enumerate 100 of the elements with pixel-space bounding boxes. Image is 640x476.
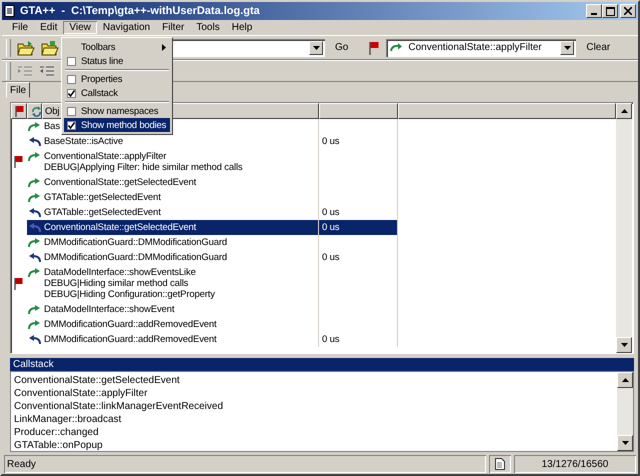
status-text: Ready [4, 455, 486, 473]
maximize-icon [606, 6, 614, 16]
event-text: DataModelInterface::showEvent [44, 304, 174, 315]
table-row[interactable]: DMModificationGuard::addRemovedEvent [11, 317, 616, 332]
call-frame[interactable]: Producer::changed [14, 426, 614, 439]
maximize-button[interactable] [602, 4, 618, 18]
event-text: DEBUG|Applying Filter: hide similar method calls [44, 162, 243, 173]
event-text: DMModificationGuard::addRemovedEvent [44, 334, 217, 345]
return-arrow-icon [28, 208, 41, 218]
checkbox[interactable] [67, 88, 76, 98]
curved-arrow-icon [28, 268, 41, 278]
open-folder-icon[interactable] [41, 40, 59, 56]
panel-title: Callstack [10, 358, 634, 371]
call-frame[interactable]: ConventionalState::linkManagerEventReceived [14, 400, 614, 413]
duration-text: 0 us [322, 334, 340, 345]
tab[interactable]: File [6, 82, 30, 98]
scroll-down-icon[interactable] [622, 441, 628, 445]
duration-text: 0 us [322, 207, 340, 218]
event-text: DMModificationGuard::addRemovedEvent [44, 319, 217, 330]
curved-arrow-icon [28, 193, 41, 203]
document-icon [4, 5, 16, 17]
close-icon [624, 7, 632, 15]
submenu-arrow-icon [162, 44, 166, 50]
refresh-icon [31, 106, 41, 116]
checkbox[interactable] [67, 74, 76, 84]
return-arrow-icon [28, 223, 41, 233]
call-frame[interactable]: GTATable::onPopup [14, 439, 614, 452]
menu-item[interactable]: Properties [64, 72, 170, 86]
go-button[interactable]: Go [331, 40, 352, 55]
table-row[interactable]: DataModelInterface::showEventsLike DEBUG|Hiding similar method calls DEBUG|Hiding Configuration::getProperty [11, 265, 616, 302]
curved-arrow-icon [28, 305, 41, 315]
column-header[interactable] [319, 103, 398, 119]
curved-arrow-icon [28, 152, 41, 162]
scrollbar[interactable] [617, 372, 633, 451]
menu-item[interactable]: Filter [156, 21, 190, 34]
curved-arrow-icon [28, 178, 41, 188]
call-frame[interactable]: ConventionalState::getSelectedEvent [14, 374, 614, 387]
flag-icon[interactable] [368, 40, 380, 54]
call-frame[interactable]: ConventionalState::applyFilter [14, 387, 614, 400]
checkbox[interactable] [67, 120, 76, 130]
scrollbar[interactable] [616, 103, 632, 353]
event-text: BaseState::isActive [44, 136, 123, 147]
table-row[interactable]: DMModificationGuard::addRemovedEvent 0 us [11, 332, 616, 347]
table-row[interactable]: GTATable::getSelectedEvent [11, 190, 616, 205]
clear-button[interactable]: Clear [582, 40, 614, 55]
event-text: GTATable::getSelectedEvent [44, 192, 161, 203]
menu-item[interactable]: Status line [64, 54, 170, 68]
column-header[interactable] [11, 103, 27, 119]
window-title: GTA++ - C:\Temp\gta++-withUserData.log.gta [20, 5, 261, 17]
table-row[interactable]: DMModificationGuard::DMModificationGuard [11, 235, 616, 250]
event-counter: 13/1276/16560 [514, 455, 636, 473]
duration-text: 0 us [322, 252, 340, 263]
checkbox[interactable] [67, 106, 76, 116]
column-header[interactable] [27, 103, 42, 119]
scroll-up-icon[interactable] [620, 109, 628, 113]
table-row[interactable]: ConventionalState::getSelectedEvent 0 us [11, 220, 616, 235]
menu-item[interactable]: View [63, 21, 97, 34]
event-text: Bas [44, 121, 60, 132]
duration-text: 0 us [322, 136, 340, 147]
document-icon [495, 458, 505, 470]
close-button[interactable] [620, 4, 636, 18]
menu-item[interactable]: Edit [34, 21, 64, 34]
event-text: ConventionalState::getSelectedEvent [44, 222, 196, 233]
return-arrow-icon [28, 137, 41, 147]
open-folder-icon[interactable] [17, 40, 35, 56]
table-row[interactable]: ConventionalState::getSelectedEvent [11, 175, 616, 190]
column-header[interactable] [398, 103, 616, 119]
return-arrow-icon [28, 253, 41, 263]
table-row[interactable]: DMModificationGuard::DMModificationGuard 0 us [11, 250, 616, 265]
return-arrow-icon [28, 335, 41, 345]
menu-item[interactable]: Show method bodies [64, 118, 170, 132]
event-text: DEBUG|Hiding Configuration::getProperty [44, 289, 215, 300]
menu-item[interactable]: Show namespaces [64, 104, 170, 118]
menu-item[interactable]: Tools [190, 21, 226, 34]
scroll-down-icon[interactable] [620, 343, 628, 347]
menu-item[interactable]: Help [226, 21, 258, 34]
checkbox[interactable] [67, 56, 76, 66]
event-text: DataModelInterface::showEventsLike [44, 267, 196, 278]
curved-arrow-icon [28, 238, 41, 248]
table-row[interactable]: ConventionalState::applyFilter DEBUG|Applying Filter: hide similar method calls [11, 149, 616, 175]
minimize-button[interactable] [586, 4, 602, 18]
menu-item[interactable]: File [6, 21, 34, 34]
menu-item[interactable]: Toolbars [64, 40, 170, 54]
call-frame[interactable]: LinkManager::broadcast [14, 413, 614, 426]
menu-item[interactable]: Navigation [96, 21, 156, 34]
table-row[interactable]: DataModelInterface::showEvent [11, 302, 616, 317]
curved-arrow-icon [28, 320, 41, 330]
duration-text: 0 us [322, 222, 340, 233]
flag-icon [15, 106, 25, 116]
list-outdent-icon[interactable] [39, 64, 55, 78]
event-text: DMModificationGuard::DMModificationGuard [44, 237, 228, 248]
menu-item[interactable]: Callstack [64, 86, 170, 100]
event-text: ConventionalState::getSelectedEvent [44, 177, 196, 188]
scroll-up-icon[interactable] [622, 378, 628, 382]
event-text: DMModificationGuard::DMModificationGuard [44, 252, 228, 263]
event-text: GTATable::getSelectedEvent [44, 207, 161, 218]
event-text: DEBUG|Hiding similar method calls [44, 278, 188, 289]
filter-combo-box[interactable]: ConventionalState::applyFilter [386, 38, 576, 56]
event-text: ConventionalState::applyFilter [44, 151, 166, 162]
curved-arrow-icon [28, 122, 41, 132]
